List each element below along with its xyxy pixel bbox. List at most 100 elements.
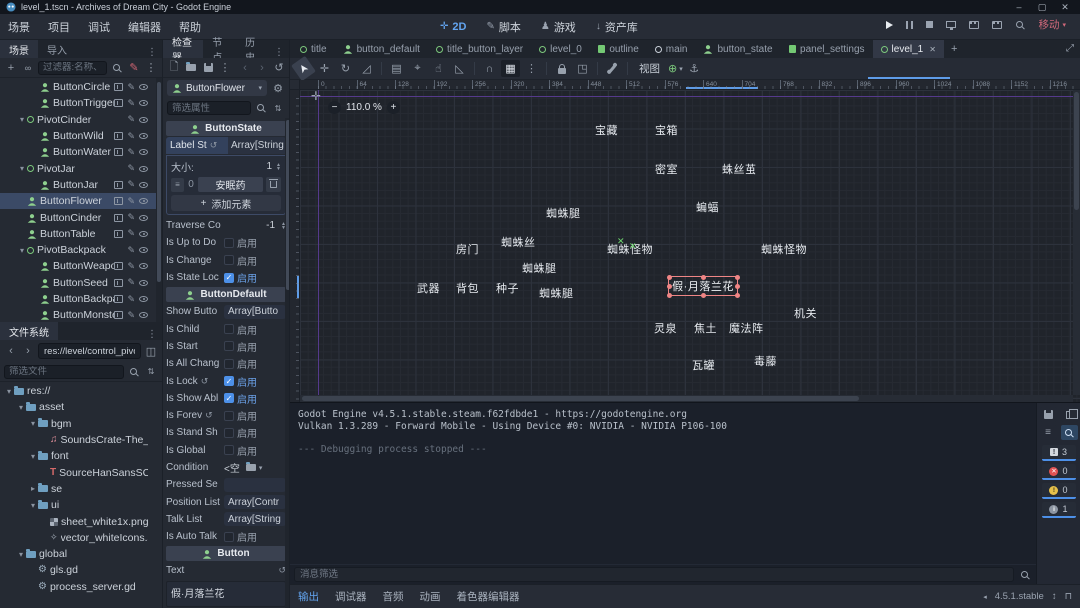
eye-icon[interactable] <box>139 166 148 172</box>
scene-node-ButtonWild[interactable]: ButtonWild✎ <box>0 128 162 144</box>
collapse-arrow-icon[interactable]: ▾ <box>16 403 26 412</box>
drag-handle-icon[interactable]: ≡ <box>171 178 184 192</box>
eye-icon[interactable] <box>139 231 148 237</box>
selection-handle[interactable] <box>701 293 706 298</box>
scene-object-label[interactable]: 蜘蛛腿 <box>546 205 581 221</box>
fs-item-SourceHanSansSC-Norm...[interactable]: TSourceHanSansSC-Norm... <box>0 464 162 480</box>
smart-snap-icon[interactable]: ∩ <box>480 60 499 77</box>
scene-object-label[interactable]: 蜘蛛怪物 <box>761 241 807 257</box>
add-node-button[interactable]: + <box>4 61 18 75</box>
zoom-out-button[interactable]: − <box>328 101 341 114</box>
resource-value[interactable]: <空 <box>224 460 240 475</box>
stop-button[interactable] <box>926 21 933 28</box>
canvas-vscrollbar[interactable] <box>1073 90 1080 395</box>
eye-icon[interactable] <box>139 296 148 302</box>
fs-item-SoundsCrate-The_Velvet_...[interactable]: ♫SoundsCrate-The_Velvet_... <box>0 432 162 448</box>
eye-icon[interactable] <box>139 263 148 269</box>
bottom-tab-调试器[interactable]: 调试器 <box>335 589 367 604</box>
eye-icon[interactable] <box>139 215 148 221</box>
filesystem-filter-input[interactable] <box>4 365 124 379</box>
checkbox-label[interactable]: 启用 <box>237 443 257 458</box>
scene-node-ButtonSeed[interactable]: ButtonSeed✎ <box>0 275 162 291</box>
scene-object-label[interactable]: 焦土 <box>694 320 717 336</box>
collapse-arrow-icon[interactable]: ▸ <box>28 484 38 493</box>
script-icon[interactable]: ✎ <box>127 229 135 238</box>
menu-帮助[interactable]: 帮助 <box>179 19 201 35</box>
current-path-field[interactable] <box>38 343 141 359</box>
inspector-filter-input[interactable] <box>167 101 251 115</box>
log-search-icon[interactable] <box>1061 425 1078 440</box>
load-resource-icon[interactable] <box>184 61 198 75</box>
script-icon[interactable]: ✎ <box>127 164 135 173</box>
pivot-tool-icon[interactable]: ⌖ <box>408 60 427 77</box>
eye-icon[interactable] <box>139 280 148 286</box>
scene-node-ButtonTrigger[interactable]: ButtonTrigger✎ <box>0 95 162 111</box>
workspace-游戏[interactable]: ♟游戏 <box>541 19 576 35</box>
fs-item-vector_whiteIcons.svg[interactable]: ✧vector_whiteIcons.svg <box>0 530 162 546</box>
collapse-arrow-icon[interactable]: ▾ <box>17 164 27 173</box>
checkbox-label[interactable]: 启用 <box>237 253 257 268</box>
scene-tab-panel_settings[interactable]: panel_settings <box>781 40 873 58</box>
scene-object-label[interactable]: 蜘蛛腿 <box>539 285 574 301</box>
selection-handle[interactable] <box>735 293 740 298</box>
property-label[interactable]: Label St ↺ <box>166 137 228 154</box>
eye-icon[interactable] <box>139 182 148 188</box>
play-button[interactable] <box>886 21 893 29</box>
tab-节点[interactable]: 节点 <box>203 40 236 58</box>
tab-历史[interactable]: 历史 <box>236 40 269 58</box>
collapse-arrow-icon[interactable]: ▾ <box>17 115 27 124</box>
checkbox[interactable]: ✓ <box>224 273 234 283</box>
tab-filesystem[interactable]: 文件系统 <box>0 322 58 340</box>
fs-item-global[interactable]: ▾global <box>0 546 162 562</box>
script-icon[interactable]: ✎ <box>127 180 135 189</box>
scene-tab-button_state[interactable]: button_state <box>695 40 780 58</box>
element-value-button[interactable]: 安眠药 <box>198 177 263 192</box>
fs-item-se[interactable]: ▸se <box>0 481 162 497</box>
play-scene-button[interactable] <box>969 21 979 29</box>
expand-viewport-icon[interactable]: ⤢ <box>1066 43 1074 54</box>
kebab-icon[interactable]: ⋮ <box>142 47 162 58</box>
selected-node-box[interactable]: 假·月落兰花 <box>668 276 738 296</box>
eye-icon[interactable] <box>139 312 148 318</box>
scene-node-ButtonMonster[interactable]: ButtonMonster✎ <box>0 307 162 322</box>
checkbox[interactable]: ✓ <box>224 393 234 403</box>
play-custom-scene-button[interactable] <box>992 21 1002 29</box>
film-icon[interactable] <box>114 148 123 156</box>
history-back-icon[interactable]: ‹ <box>238 61 252 75</box>
scene-tab-button_default[interactable]: button_default <box>335 40 428 58</box>
nav-forward-icon[interactable]: › <box>21 344 35 358</box>
minimize-button[interactable]: – <box>1010 2 1028 12</box>
script-icon[interactable]: ✎ <box>127 262 135 271</box>
film-icon[interactable] <box>114 262 123 270</box>
film-icon[interactable] <box>114 99 123 107</box>
film-icon[interactable] <box>114 132 123 140</box>
number-value[interactable]: -1 <box>224 220 278 231</box>
scene-object-label[interactable]: 宝箱 <box>655 122 678 138</box>
text-property-editor[interactable]: 假·月落兰花 <box>166 581 286 607</box>
property-tools-icon[interactable]: ⇅ <box>271 101 285 115</box>
film-icon[interactable] <box>114 181 123 189</box>
checkbox-label[interactable]: 启用 <box>237 339 257 354</box>
fs-item-ui[interactable]: ▾ui <box>0 497 162 513</box>
group-icon[interactable]: ◳ <box>573 60 592 77</box>
eye-icon[interactable] <box>139 247 148 253</box>
scene-node-ButtonTable[interactable]: ButtonTable✎ <box>0 226 162 242</box>
rotate-tool-icon[interactable]: ↻ <box>336 60 355 77</box>
collapse-arrow-icon[interactable]: ▾ <box>17 246 27 255</box>
instance-scene-icon[interactable]: ∞ <box>21 61 35 75</box>
value-button[interactable] <box>224 478 286 492</box>
menu-项目[interactable]: 项目 <box>48 19 70 35</box>
checkbox[interactable] <box>224 411 234 421</box>
scene-node-ButtonBackpack[interactable]: ButtonBackpack✎ <box>0 291 162 307</box>
close-button[interactable]: ✕ <box>1056 2 1074 13</box>
checkbox-label[interactable]: 启用 <box>237 356 257 371</box>
collapse-arrow-icon[interactable]: ▾ <box>16 550 26 559</box>
script-icon[interactable]: ✎ <box>127 197 135 206</box>
value-button[interactable]: Array[Contr <box>224 495 286 509</box>
extra-resources-icon[interactable]: ⚙ <box>271 81 285 95</box>
view-menu-button[interactable]: 视图 <box>633 61 666 76</box>
error-count[interactable]: ✕0 <box>1042 464 1076 480</box>
expand-panel-icon[interactable]: ⊓ <box>1065 591 1072 602</box>
script-icon[interactable]: ✎ <box>127 132 135 141</box>
revert-icon[interactable]: ↺ <box>210 140 218 151</box>
